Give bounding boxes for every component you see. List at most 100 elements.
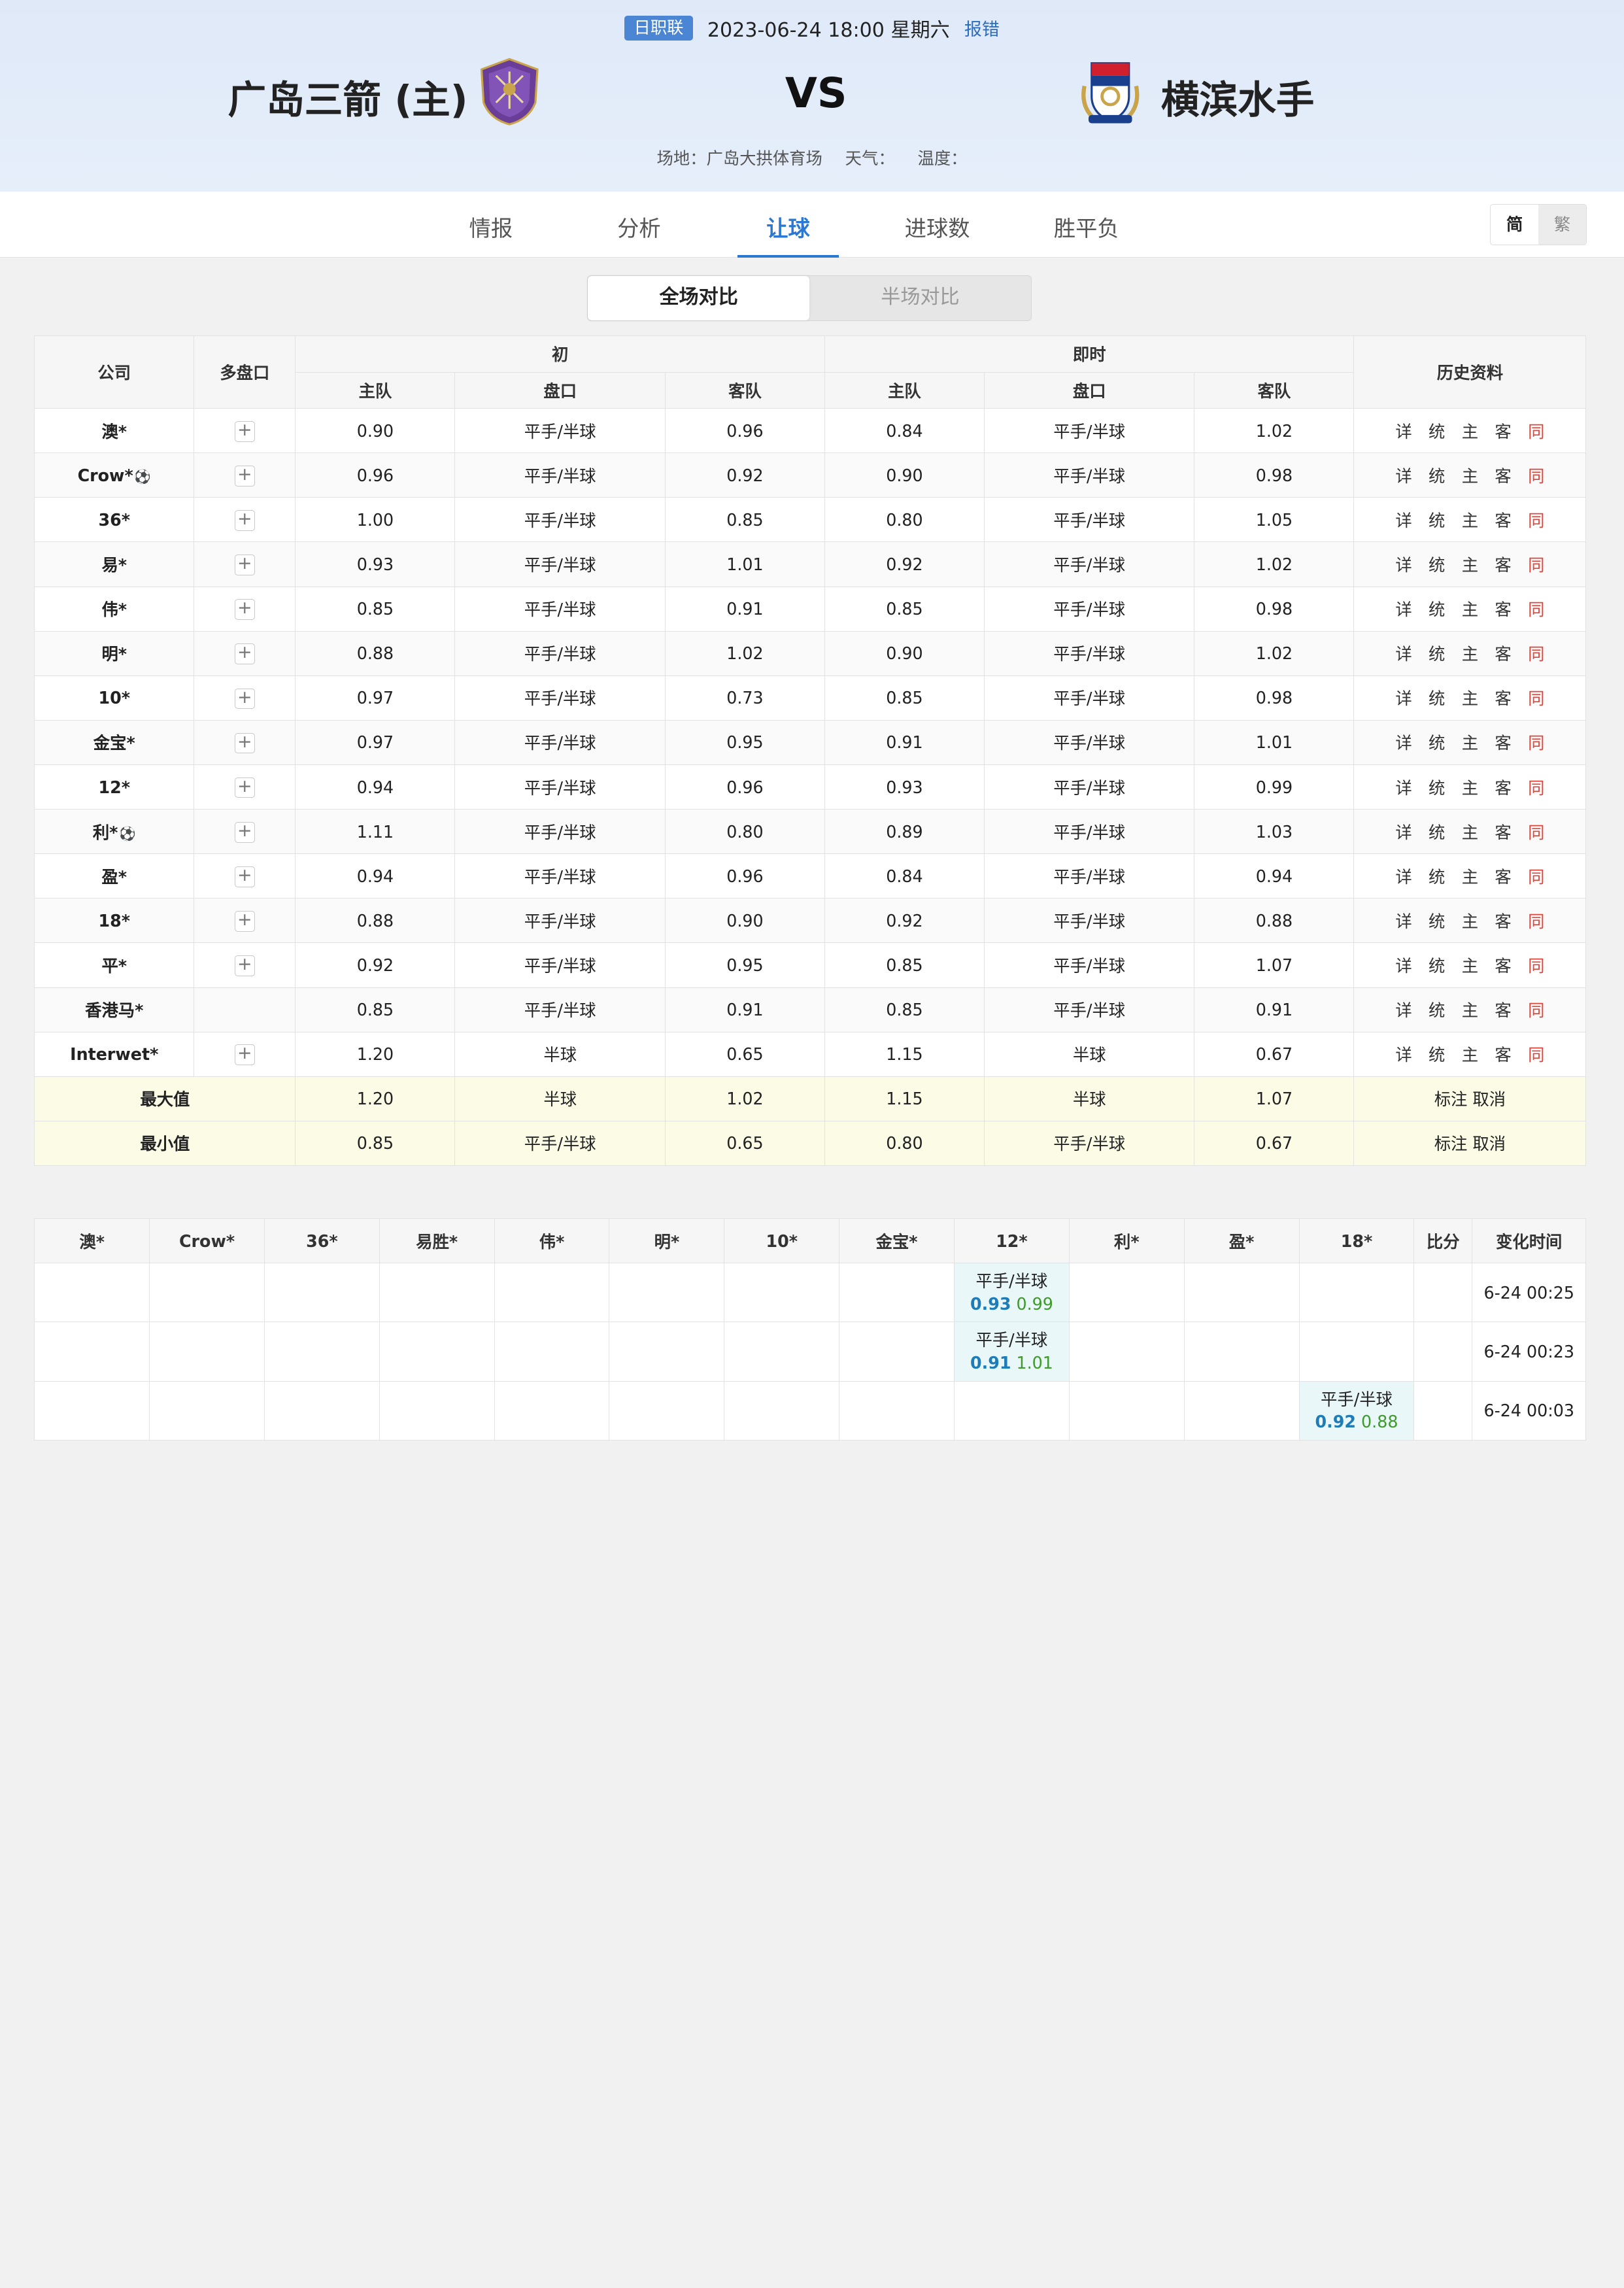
stats-link[interactable]: 统	[1429, 998, 1445, 1021]
away-link[interactable]: 客	[1495, 1042, 1511, 1066]
expand-plus-icon[interactable]: +	[234, 555, 256, 575]
detail-link[interactable]: 详	[1395, 998, 1412, 1021]
away-link[interactable]: 客	[1495, 864, 1511, 888]
expand-plus-icon[interactable]: +	[234, 1044, 256, 1066]
detail-link[interactable]: 详	[1395, 419, 1412, 443]
stats-link[interactable]: 统	[1429, 953, 1445, 977]
detail-link[interactable]: 详	[1395, 953, 1412, 977]
away-link[interactable]: 客	[1495, 508, 1511, 532]
detail-link[interactable]: 详	[1395, 686, 1412, 709]
home-team-crest-icon[interactable]	[475, 55, 544, 128]
company-cell[interactable]: 利* ⚽	[34, 809, 195, 855]
expand-plus-icon[interactable]: +	[234, 643, 256, 665]
lang-simplified-button[interactable]: 简	[1491, 205, 1539, 245]
same-link[interactable]: 同	[1528, 953, 1544, 977]
away-team-name[interactable]: 横滨水手	[1161, 69, 1314, 124]
stats-link[interactable]: 统	[1429, 686, 1445, 709]
tab-1x2[interactable]: 胜平负	[1051, 211, 1122, 258]
company-cell[interactable]: Crow* ⚽	[34, 452, 195, 498]
same-link[interactable]: 同	[1528, 597, 1544, 621]
home-link[interactable]: 主	[1462, 820, 1478, 844]
company-cell[interactable]: 明*	[34, 630, 195, 676]
away-link[interactable]: 客	[1495, 641, 1511, 665]
mark-cancel-actions[interactable]: 标注 取消	[1353, 1120, 1587, 1167]
away-link[interactable]: 客	[1495, 998, 1511, 1021]
stats-link[interactable]: 统	[1429, 508, 1445, 532]
home-link[interactable]: 主	[1462, 1042, 1478, 1066]
stats-link[interactable]: 统	[1429, 864, 1445, 888]
same-link[interactable]: 同	[1528, 641, 1544, 665]
half-match-compare-button[interactable]: 半场对比	[809, 276, 1031, 320]
company-cell[interactable]: 金宝*	[34, 719, 195, 766]
away-team-crest-icon[interactable]	[1076, 55, 1145, 128]
expand-plus-icon[interactable]: +	[234, 955, 256, 976]
stats-link[interactable]: 统	[1429, 419, 1445, 443]
stats-link[interactable]: 统	[1429, 730, 1445, 754]
home-link[interactable]: 主	[1462, 998, 1478, 1021]
same-link[interactable]: 同	[1528, 864, 1544, 888]
home-link[interactable]: 主	[1462, 553, 1478, 576]
same-link[interactable]: 同	[1528, 553, 1544, 576]
away-link[interactable]: 客	[1495, 909, 1511, 932]
away-link[interactable]: 客	[1495, 597, 1511, 621]
stats-link[interactable]: 统	[1429, 641, 1445, 665]
home-link[interactable]: 主	[1462, 419, 1478, 443]
company-cell[interactable]: 香港马*	[34, 987, 195, 1033]
away-link[interactable]: 客	[1495, 553, 1511, 576]
same-link[interactable]: 同	[1528, 909, 1544, 932]
company-cell[interactable]: Interwet*	[34, 1031, 195, 1077]
home-link[interactable]: 主	[1462, 508, 1478, 532]
same-link[interactable]: 同	[1528, 464, 1544, 487]
expand-plus-icon[interactable]: +	[234, 510, 256, 531]
detail-link[interactable]: 详	[1395, 1042, 1412, 1066]
same-link[interactable]: 同	[1528, 998, 1544, 1021]
home-link[interactable]: 主	[1462, 730, 1478, 754]
company-cell[interactable]: 澳*	[34, 408, 195, 454]
home-link[interactable]: 主	[1462, 909, 1478, 932]
expand-plus-icon[interactable]: +	[234, 777, 256, 798]
away-link[interactable]: 客	[1495, 730, 1511, 754]
company-cell[interactable]: 伟*	[34, 586, 195, 632]
expand-plus-icon[interactable]: +	[234, 420, 256, 442]
change-cell[interactable]: 平手/半球 0.91 1.01	[954, 1322, 1070, 1382]
detail-link[interactable]: 详	[1395, 641, 1412, 665]
away-link[interactable]: 客	[1495, 686, 1511, 709]
detail-link[interactable]: 详	[1395, 909, 1412, 932]
company-cell[interactable]: 平*	[34, 942, 195, 988]
stats-link[interactable]: 统	[1429, 1042, 1445, 1066]
report-error-link[interactable]: 报错	[964, 15, 1000, 41]
same-link[interactable]: 同	[1528, 508, 1544, 532]
company-cell[interactable]: 盈*	[34, 853, 195, 899]
stats-link[interactable]: 统	[1429, 597, 1445, 621]
expand-plus-icon[interactable]: +	[234, 688, 256, 709]
full-match-compare-button[interactable]: 全场对比	[588, 276, 810, 321]
company-cell[interactable]: 18*	[34, 898, 195, 944]
expand-plus-icon[interactable]: +	[234, 599, 256, 620]
company-cell[interactable]: 10*	[34, 675, 195, 721]
detail-link[interactable]: 详	[1395, 464, 1412, 487]
detail-link[interactable]: 详	[1395, 508, 1412, 532]
same-link[interactable]: 同	[1528, 820, 1544, 844]
detail-link[interactable]: 详	[1395, 820, 1412, 844]
stats-link[interactable]: 统	[1429, 909, 1445, 932]
home-link[interactable]: 主	[1462, 597, 1478, 621]
detail-link[interactable]: 详	[1395, 864, 1412, 888]
stats-link[interactable]: 统	[1429, 820, 1445, 844]
expand-plus-icon[interactable]: +	[234, 866, 256, 887]
stats-link[interactable]: 统	[1429, 776, 1445, 799]
expand-plus-icon[interactable]: +	[234, 821, 256, 843]
same-link[interactable]: 同	[1528, 730, 1544, 754]
company-cell[interactable]: 易*	[34, 541, 195, 587]
tab-analysis[interactable]: 分析	[615, 211, 663, 258]
home-link[interactable]: 主	[1462, 776, 1478, 799]
expand-plus-icon[interactable]: +	[234, 465, 256, 487]
expand-plus-icon[interactable]: +	[234, 911, 256, 932]
home-link[interactable]: 主	[1462, 464, 1478, 487]
same-link[interactable]: 同	[1528, 686, 1544, 709]
change-cell[interactable]: 平手/半球 0.92 0.88	[1298, 1380, 1415, 1441]
detail-link[interactable]: 详	[1395, 776, 1412, 799]
home-link[interactable]: 主	[1462, 686, 1478, 709]
detail-link[interactable]: 详	[1395, 730, 1412, 754]
away-link[interactable]: 客	[1495, 953, 1511, 977]
away-link[interactable]: 客	[1495, 419, 1511, 443]
